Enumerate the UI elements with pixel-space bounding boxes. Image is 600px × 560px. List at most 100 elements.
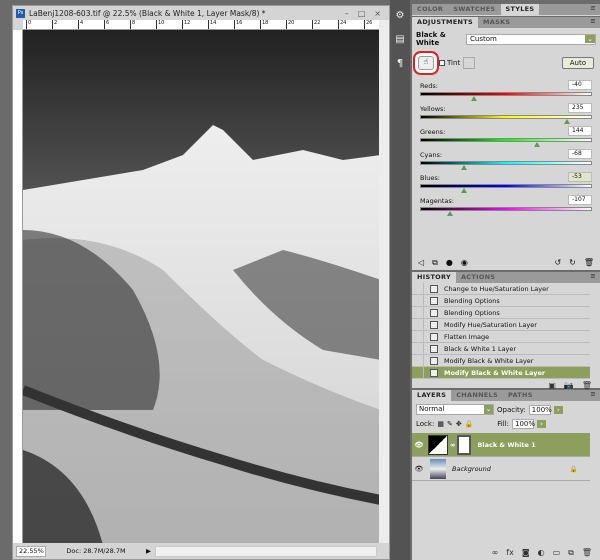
trash-icon[interactable]: 🗑 bbox=[584, 258, 594, 268]
preset-dropdown[interactable]: Custom ⌄ bbox=[466, 33, 596, 45]
history-brush-source[interactable] bbox=[414, 307, 424, 318]
history-item[interactable]: Flatten Image bbox=[412, 331, 590, 343]
new-document-icon[interactable]: ▣ bbox=[548, 381, 556, 390]
slider-track[interactable] bbox=[420, 161, 592, 165]
maximize-button[interactable]: □ bbox=[358, 9, 366, 18]
horizontal-scrollbar[interactable] bbox=[155, 545, 377, 557]
trash-icon[interactable]: 🗑 bbox=[582, 548, 592, 558]
opacity-field[interactable]: 100% bbox=[528, 404, 552, 415]
tab-paths[interactable]: PATHS bbox=[503, 390, 538, 401]
link-layers-icon[interactable]: ∞ bbox=[492, 548, 499, 558]
slider-value-field[interactable]: -68 bbox=[568, 149, 592, 159]
tab-color[interactable]: COLOR bbox=[412, 4, 448, 15]
back-icon[interactable]: ◁ bbox=[418, 258, 424, 268]
close-button[interactable]: × bbox=[374, 9, 381, 18]
slider-value-field[interactable]: -107 bbox=[568, 195, 592, 205]
eye-icon[interactable]: ◉ bbox=[461, 258, 468, 268]
history-brush-source[interactable] bbox=[414, 283, 424, 294]
panel-menu-icon[interactable]: ≡ bbox=[590, 4, 600, 15]
tab-masks[interactable]: MASKS bbox=[478, 17, 515, 28]
fill-field[interactable]: 100% bbox=[512, 419, 535, 429]
link-icon[interactable]: ∞ bbox=[450, 441, 455, 449]
slider-track[interactable] bbox=[420, 92, 592, 96]
color-slider[interactable]: Greens: 144 bbox=[412, 126, 600, 149]
color-slider[interactable]: Magentas: -107 bbox=[412, 195, 600, 218]
reset-icon[interactable]: ↻ bbox=[569, 258, 576, 268]
tab-styles[interactable]: STYLES bbox=[500, 4, 540, 15]
tab-channels[interactable]: CHANNELS bbox=[451, 390, 503, 401]
layer-row[interactable]: 👁 ∞ Black & White 1 bbox=[412, 433, 590, 457]
tab-layers[interactable]: LAYERS bbox=[412, 390, 452, 401]
history-item[interactable]: Modify Hue/Saturation Layer bbox=[412, 319, 590, 331]
slider-thumb[interactable] bbox=[447, 211, 454, 216]
adjustments-icon[interactable]: ⚙ bbox=[393, 10, 407, 24]
panel-menu-icon[interactable]: ≡ bbox=[590, 272, 600, 283]
slider-value-field[interactable]: -53 bbox=[568, 172, 592, 182]
new-group-icon[interactable]: ▭ bbox=[553, 548, 561, 558]
image-canvas[interactable] bbox=[23, 30, 379, 543]
slider-value-field[interactable]: 235 bbox=[568, 103, 592, 113]
color-slider[interactable]: Yellows: 235 bbox=[412, 103, 600, 126]
snapshot-icon[interactable]: 📷 bbox=[564, 381, 574, 390]
lock-all-icon[interactable]: 🔒 bbox=[465, 420, 474, 428]
layer-mask-thumbnail[interactable] bbox=[457, 434, 472, 455]
add-mask-icon[interactable]: ◙ bbox=[522, 548, 530, 558]
tint-checkbox[interactable] bbox=[439, 60, 445, 66]
layer-row[interactable]: 👁 Background 🔒 bbox=[412, 457, 590, 481]
eye-icon[interactable]: 👁 bbox=[412, 441, 426, 449]
fx-icon[interactable]: fx bbox=[506, 548, 514, 558]
color-slider[interactable]: Cyans: -68 bbox=[412, 149, 600, 172]
vertical-scrollbar[interactable] bbox=[379, 20, 389, 543]
slider-thumb[interactable] bbox=[471, 96, 478, 101]
targeted-adjustment-tool[interactable]: ☝ bbox=[418, 56, 434, 70]
slider-track[interactable] bbox=[420, 138, 592, 142]
slider-thumb[interactable] bbox=[460, 165, 467, 170]
blend-mode-dropdown[interactable]: Normal ⌄ bbox=[416, 404, 494, 415]
fill-slider-button[interactable]: › bbox=[537, 420, 546, 428]
zoom-field[interactable]: 22.55% bbox=[16, 545, 46, 557]
clip-icon[interactable]: ⧉ bbox=[432, 258, 438, 268]
history-brush-source[interactable] bbox=[414, 343, 424, 354]
slider-thumb[interactable] bbox=[564, 119, 571, 124]
slider-thumb[interactable] bbox=[533, 142, 540, 147]
history-brush-source[interactable] bbox=[414, 367, 424, 378]
color-slider[interactable]: Blues: -53 bbox=[412, 172, 600, 195]
paragraph-icon[interactable]: ¶ bbox=[393, 58, 407, 72]
slider-thumb[interactable] bbox=[460, 188, 467, 193]
auto-button[interactable]: Auto bbox=[561, 57, 594, 69]
slider-value-field[interactable]: -40 bbox=[568, 80, 592, 90]
history-brush-source[interactable] bbox=[414, 295, 424, 306]
tab-adjustments[interactable]: ADJUSTMENTS bbox=[412, 17, 479, 28]
new-adjustment-icon[interactable]: ◐ bbox=[538, 548, 545, 558]
history-item[interactable]: Modify Black & White Layer bbox=[412, 355, 590, 367]
history-item[interactable]: Change to Hue/Saturation Layer bbox=[412, 283, 590, 295]
lock-transparent-icon[interactable]: ▦ bbox=[437, 420, 444, 428]
tint-color-swatch[interactable] bbox=[463, 57, 476, 69]
opacity-slider-button[interactable]: › bbox=[553, 405, 563, 414]
history-brush-source[interactable] bbox=[414, 319, 424, 330]
status-menu-arrow[interactable]: ▶ bbox=[146, 547, 151, 555]
panel-menu-icon[interactable]: ≡ bbox=[590, 17, 600, 28]
tab-swatches[interactable]: SWATCHES bbox=[448, 4, 500, 15]
color-slider[interactable]: Reds: -40 bbox=[412, 80, 600, 103]
visibility-icon[interactable]: ● bbox=[446, 258, 453, 268]
tab-history[interactable]: HISTORY bbox=[412, 272, 456, 283]
history-item[interactable]: Blending Options bbox=[412, 295, 590, 307]
lock-position-icon[interactable]: ✥ bbox=[456, 420, 462, 428]
history-item[interactable]: Modify Black & White Layer bbox=[412, 367, 590, 379]
slider-value-field[interactable]: 144 bbox=[568, 126, 592, 136]
panel-menu-icon[interactable]: ≡ bbox=[590, 390, 600, 401]
history-brush-source[interactable] bbox=[414, 355, 424, 366]
new-layer-icon[interactable]: ⧉ bbox=[568, 548, 574, 558]
history-brush-source[interactable] bbox=[414, 331, 424, 342]
eye-icon[interactable]: 👁 bbox=[412, 465, 426, 473]
history-item[interactable]: Black & White 1 Layer bbox=[412, 343, 590, 355]
trash-icon[interactable]: 🗑 bbox=[582, 381, 592, 390]
slider-track[interactable] bbox=[420, 184, 592, 188]
slider-track[interactable] bbox=[420, 207, 592, 211]
lock-image-icon[interactable]: ✎ bbox=[447, 420, 453, 428]
tab-actions[interactable]: ACTIONS bbox=[456, 272, 500, 283]
history-icon[interactable]: ▤ bbox=[393, 34, 407, 48]
previous-state-icon[interactable]: ↺ bbox=[554, 258, 561, 268]
history-item[interactable]: Blending Options bbox=[412, 307, 590, 319]
